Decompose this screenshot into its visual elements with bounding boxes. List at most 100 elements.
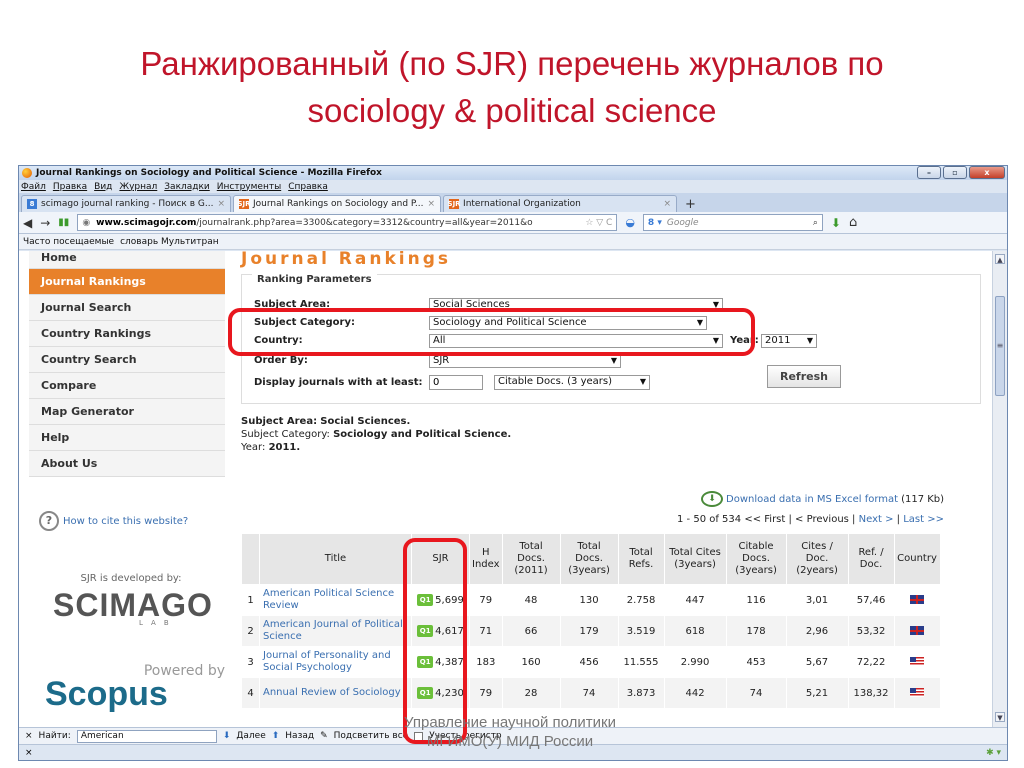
- search-icon[interactable]: ⌕: [813, 218, 818, 228]
- col-total-docs-3y[interactable]: Total Docs. (3years): [559, 533, 619, 585]
- h-index-value: 79: [469, 584, 503, 616]
- url-actions-icon[interactable]: ☆ ▽ C: [585, 218, 612, 228]
- journal-title-link[interactable]: Journal of Personality and Social Psycho…: [259, 646, 412, 678]
- menu-help[interactable]: Справка: [288, 182, 328, 192]
- back-arrow-icon[interactable]: ◀: [23, 216, 32, 230]
- menu-edit[interactable]: Правка: [53, 182, 87, 192]
- tab-journal-rankings[interactable]: SJR Journal Rankings on Sociology and P.…: [233, 195, 442, 212]
- sidebar-item-journal-search[interactable]: Journal Search: [29, 295, 225, 321]
- col-citable-docs-3y[interactable]: Citable Docs. (3years): [725, 533, 787, 585]
- cites-per-doc-value: 2,96: [785, 615, 849, 647]
- selection-info: Subject Area: Social Sciences. Subject C…: [241, 415, 993, 454]
- tab-close-icon[interactable]: ×: [217, 199, 225, 209]
- order-by-select[interactable]: SJR ▼: [429, 354, 621, 368]
- bookmark-most-visited[interactable]: Часто посещаемые: [23, 237, 114, 247]
- find-input[interactable]: American: [76, 729, 217, 743]
- country-flag-icon: [910, 626, 925, 635]
- search-input[interactable]: Google: [667, 218, 699, 228]
- scopus-logo[interactable]: Scopus: [45, 675, 168, 714]
- scroll-down-icon[interactable]: ▼: [995, 712, 1005, 722]
- addon-status-icon[interactable]: ✱ ▾: [986, 745, 1001, 760]
- search-box[interactable]: 8 ▾ Google ⌕: [642, 214, 823, 231]
- home-icon[interactable]: ⌂: [849, 215, 857, 230]
- country-cell: [893, 584, 941, 616]
- url-bar[interactable]: ◉ www.scimagojr.com/journalrank.php?area…: [77, 214, 618, 231]
- pager-first[interactable]: << First: [744, 514, 785, 525]
- tab-close-icon[interactable]: ×: [664, 199, 672, 209]
- total-docs-3y-value: 456: [559, 646, 619, 678]
- col-country[interactable]: Country: [893, 533, 941, 585]
- sidebar-item-map-generator[interactable]: Map Generator: [29, 399, 225, 425]
- col-total-docs-2011[interactable]: Total Docs. (2011): [501, 533, 561, 585]
- url-path: /journalrank.php?area=3300&category=3312…: [196, 217, 533, 228]
- total-refs-value: 3.873: [617, 677, 665, 709]
- rankings-table: Title SJR H Index Total Docs. (2011) Tot…: [241, 533, 941, 709]
- col-title[interactable]: Title: [259, 533, 412, 585]
- pager-count: 1 - 50 of 534: [677, 514, 742, 525]
- menu-history[interactable]: Журнал: [119, 182, 157, 192]
- maximize-button[interactable]: ▫: [943, 166, 967, 179]
- refresh-button[interactable]: Refresh: [767, 365, 841, 388]
- menu-view[interactable]: Вид: [94, 182, 112, 192]
- menu-tools[interactable]: Инструменты: [217, 182, 281, 192]
- sidebar-item-compare[interactable]: Compare: [29, 373, 225, 399]
- total-docs-2011-value: 66: [501, 615, 561, 647]
- pager-last[interactable]: Last >>: [903, 514, 944, 525]
- scimago-logo[interactable]: SCIMAGO: [41, 587, 225, 624]
- url-domain: www.scimagojr.com: [96, 217, 197, 228]
- journal-title-link[interactable]: American Political Science Review: [259, 584, 412, 616]
- col-cites-per-doc[interactable]: Cites / Doc. (2years): [785, 533, 849, 585]
- close-button[interactable]: x: [969, 166, 1005, 179]
- pager-previous[interactable]: < Previous: [795, 514, 849, 525]
- sidebar-item-home[interactable]: Home: [29, 251, 225, 269]
- menu-bookmarks[interactable]: Закладки: [164, 182, 210, 192]
- addon-icon[interactable]: ◒: [625, 216, 635, 229]
- page-scrollbar[interactable]: ▲ ≡ ▼: [992, 251, 1007, 727]
- find-prev-button[interactable]: Назад: [285, 731, 314, 741]
- find-next-button[interactable]: Далее: [236, 731, 265, 741]
- col-ref-per-doc[interactable]: Ref. / Doc.: [847, 533, 895, 585]
- scroll-thumb[interactable]: ≡: [995, 296, 1005, 396]
- journal-title-link[interactable]: Annual Review of Sociology: [259, 677, 412, 709]
- col-total-cites-3y[interactable]: Total Cites (3years): [663, 533, 727, 585]
- scroll-up-icon[interactable]: ▲: [995, 254, 1005, 264]
- forward-arrow-icon[interactable]: →: [40, 216, 50, 230]
- col-total-refs[interactable]: Total Refs.: [617, 533, 665, 585]
- find-close-icon[interactable]: ×: [25, 731, 33, 741]
- ref-per-doc-value: 53,32: [847, 615, 895, 647]
- info-area-label: Subject Area:: [241, 416, 318, 427]
- search-engine-icon[interactable]: 8 ▾: [648, 218, 662, 228]
- download-text[interactable]: Download data in MS Excel format: [726, 494, 898, 505]
- cite-link-text[interactable]: How to cite this website?: [63, 516, 188, 527]
- sidebar-item-country-search[interactable]: Country Search: [29, 347, 225, 373]
- new-tab-button[interactable]: +: [679, 197, 702, 212]
- tab-international-organization[interactable]: SJR International Organization ×: [443, 195, 678, 212]
- sidebar-item-help[interactable]: Help: [29, 425, 225, 451]
- info-category-label: Subject Category:: [241, 429, 330, 440]
- col-h-index[interactable]: H Index: [469, 533, 503, 585]
- download-arrow-icon[interactable]: ⬇: [831, 216, 841, 230]
- status-close-icon[interactable]: ×: [25, 748, 33, 758]
- year-select[interactable]: 2011 ▼: [761, 334, 817, 348]
- site-identity-icon[interactable]: ◉: [82, 218, 90, 228]
- tab-close-icon[interactable]: ×: [428, 199, 436, 209]
- sidebar-item-about-us[interactable]: About Us: [29, 451, 225, 477]
- bookmark-multitran[interactable]: словарь Мультитран: [120, 237, 219, 247]
- pager-next[interactable]: Next >: [859, 514, 894, 525]
- h-index-value: 71: [469, 615, 503, 647]
- footer-line-1: Управление научной политики: [404, 714, 616, 731]
- minimize-button[interactable]: –: [917, 166, 941, 179]
- journal-title-link[interactable]: American Journal of Political Science: [259, 615, 412, 647]
- bookmarks-bar: Часто посещаемые словарь Мультитран: [19, 234, 1007, 250]
- tab-google-search[interactable]: 8 scimago journal ranking - Поиск в G...…: [21, 195, 231, 212]
- menu-file[interactable]: Файл: [21, 182, 46, 192]
- download-excel-link[interactable]: ⬇ Download data in MS Excel format (117 …: [701, 491, 944, 507]
- min-docs-input[interactable]: 0: [429, 375, 483, 390]
- table-row: 1 American Political Science Review Q1 5,69…: [241, 584, 941, 616]
- cite-link[interactable]: ? How to cite this website?: [39, 511, 188, 531]
- sidebar-item-country-rankings[interactable]: Country Rankings: [29, 321, 225, 347]
- total-cites-3y-value: 447: [663, 584, 727, 616]
- sidebar-item-journal-rankings[interactable]: Journal Rankings: [29, 269, 225, 295]
- citable-docs-select[interactable]: Citable Docs. (3 years) ▼: [494, 375, 650, 390]
- order-by-label: Order By:: [254, 355, 308, 366]
